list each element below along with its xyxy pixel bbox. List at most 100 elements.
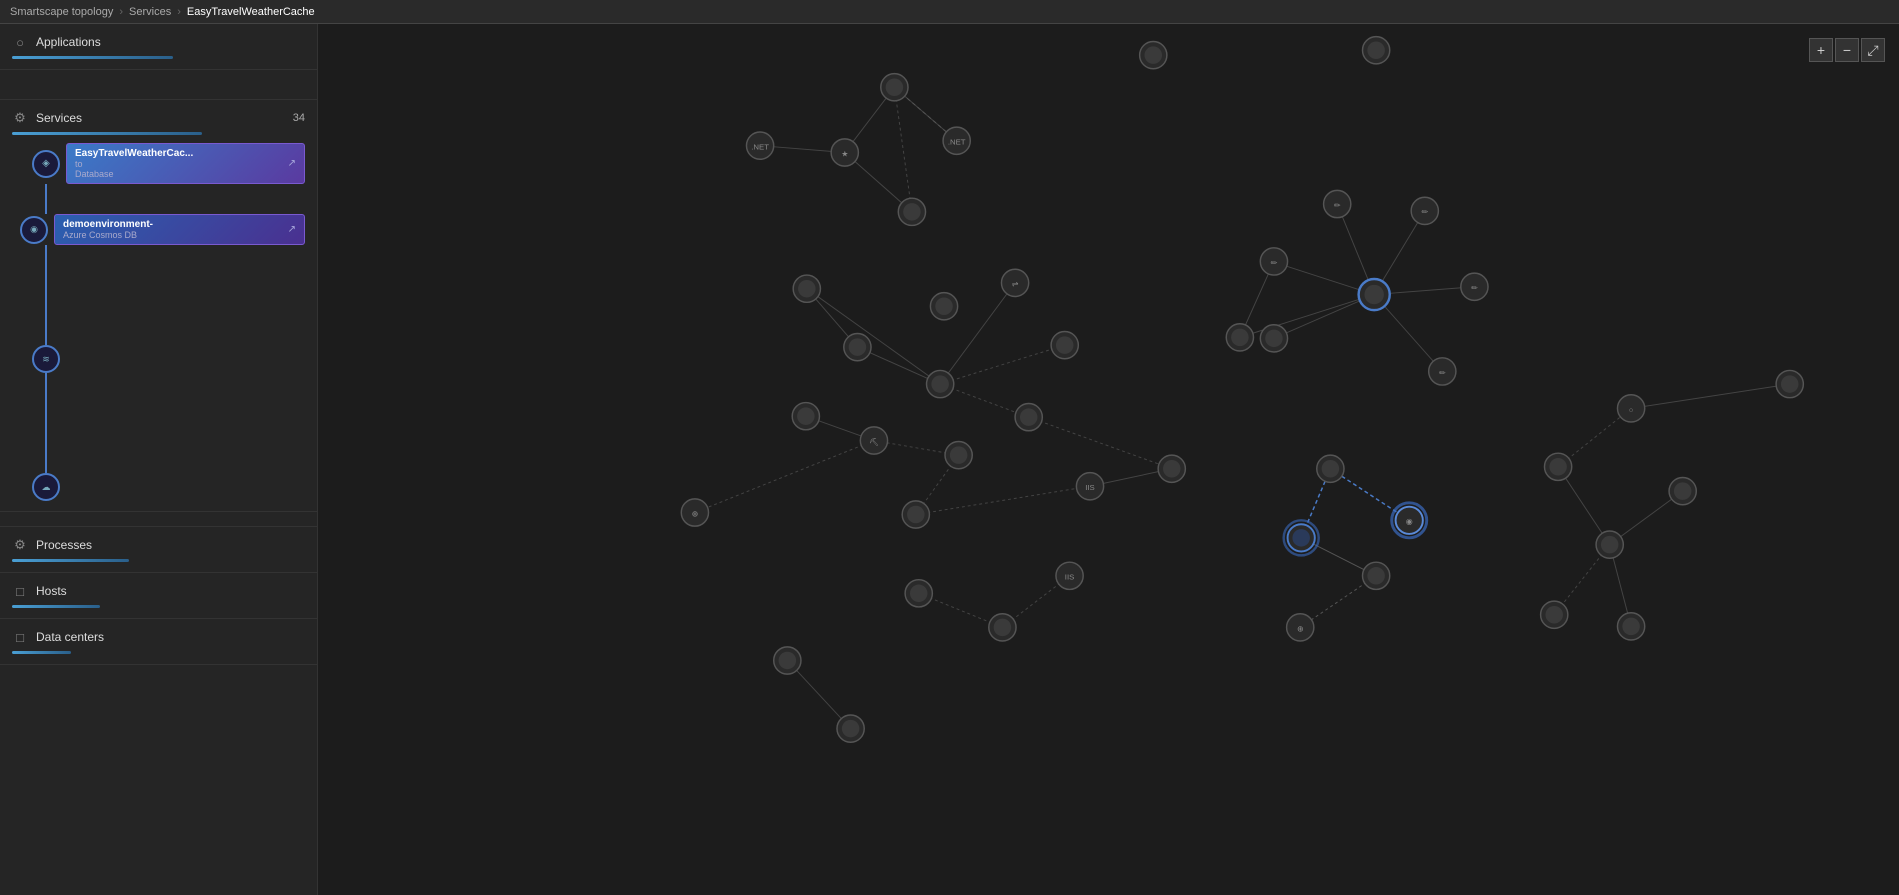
svg-text:✏: ✏ xyxy=(1422,208,1429,217)
services-header[interactable]: ⚙ Services 34 xyxy=(12,110,305,126)
node-n6[interactable] xyxy=(1140,42,1167,69)
node-n27[interactable]: ✏ xyxy=(1260,248,1287,275)
node-n40[interactable] xyxy=(1284,520,1319,555)
node-n9[interactable]: ⇌ xyxy=(1001,269,1028,296)
node-n19[interactable] xyxy=(793,275,820,302)
topology-canvas[interactable]: + − ⤢ xyxy=(318,24,1899,895)
svg-text:★: ★ xyxy=(841,149,848,158)
node-n12[interactable] xyxy=(1051,332,1078,359)
processes-header[interactable]: ⚙ Processes xyxy=(12,537,305,553)
services-title: Services xyxy=(36,111,285,125)
node-n16[interactable]: IIS xyxy=(1056,562,1083,589)
node-n26[interactable] xyxy=(837,715,864,742)
breadcrumb-services[interactable]: Services xyxy=(129,6,171,18)
external-link-icon-1[interactable]: ↗ xyxy=(288,158,296,169)
node-n21[interactable]: ⛏ xyxy=(860,427,887,454)
node-n25[interactable] xyxy=(792,403,819,430)
breadcrumb-sep-1: › xyxy=(119,6,123,18)
service-card-2[interactable]: demoenvironment- Azure Cosmos DB ↗ xyxy=(54,214,305,245)
node-n8[interactable] xyxy=(927,370,954,397)
service-node-1-icon: ◈ xyxy=(42,158,50,169)
svg-text:.NET: .NET xyxy=(751,143,769,152)
spacer-2 xyxy=(0,512,317,527)
breadcrumb-smartscape[interactable]: Smartscape topology xyxy=(10,6,113,18)
external-link-icon-2[interactable]: ↗ xyxy=(288,224,296,235)
node-n38[interactable] xyxy=(1317,455,1344,482)
service-node-3-icon: ≋ xyxy=(42,354,50,365)
connector-line-2 xyxy=(45,245,47,345)
node-n10[interactable] xyxy=(930,293,957,320)
node-n5[interactable] xyxy=(898,198,925,225)
node-n35[interactable]: ✏ xyxy=(1461,273,1488,300)
node-n46[interactable] xyxy=(1617,613,1644,640)
node-n29[interactable]: ✏ xyxy=(1324,190,1351,217)
svg-text:.NET: .NET xyxy=(948,138,966,147)
node-n24[interactable] xyxy=(989,614,1016,641)
zoom-controls: + − ⤢ xyxy=(1809,38,1885,62)
svg-text:⇌: ⇌ xyxy=(1012,280,1019,289)
node-n39[interactable]: ◉ xyxy=(1392,503,1427,538)
node-n36[interactable]: ✏ xyxy=(1429,358,1456,385)
node-n13[interactable] xyxy=(1015,404,1042,431)
breadcrumb-sep-2: › xyxy=(177,6,181,18)
svg-text:IIS: IIS xyxy=(1065,573,1075,582)
zoom-fit-button[interactable]: ⤢ xyxy=(1861,38,1885,62)
node-n7[interactable] xyxy=(1363,37,1390,64)
node-n14[interactable] xyxy=(902,501,929,528)
node-n41[interactable] xyxy=(1363,562,1390,589)
service-node-3-circle[interactable]: ≋ xyxy=(32,345,60,373)
svg-text:⊕: ⊕ xyxy=(692,509,699,518)
node-n2[interactable]: .NET xyxy=(943,127,970,154)
service-card-1-text: EasyTravelWeatherCac... to Database xyxy=(75,148,282,179)
sidebar-section-applications: ○ Applications xyxy=(0,24,317,70)
node-n37[interactable] xyxy=(1226,324,1253,351)
node-n43[interactable] xyxy=(1544,453,1571,480)
main-layout: ◀ ○ Applications ⚙ Services 34 xyxy=(0,24,1899,895)
node-n20[interactable]: ⊕ xyxy=(681,499,708,526)
node-n49[interactable] xyxy=(1776,370,1803,397)
datacenters-title: Data centers xyxy=(36,630,305,644)
zoom-in-button[interactable]: + xyxy=(1809,38,1833,62)
node-n17[interactable] xyxy=(1158,455,1185,482)
node-n4[interactable]: .NET xyxy=(746,132,773,159)
svg-text:⊕: ⊕ xyxy=(1297,624,1304,633)
svg-text:✏: ✏ xyxy=(1439,368,1446,377)
node-n3[interactable]: ★ xyxy=(831,139,858,166)
datacenters-icon: □ xyxy=(12,629,28,645)
service-node-2-circle[interactable]: ◉ xyxy=(20,216,48,244)
applications-bar xyxy=(12,56,173,59)
service-card-2-text: demoenvironment- Azure Cosmos DB xyxy=(63,219,282,240)
node-n44[interactable] xyxy=(1596,531,1623,558)
node-n28[interactable] xyxy=(1359,279,1390,310)
node-n1[interactable] xyxy=(881,74,908,101)
node-n42[interactable]: ⊕ xyxy=(1287,614,1314,641)
sidebar-section-services: ⚙ Services 34 ◈ EasyTravelWeatherCac... … xyxy=(0,100,317,512)
node-n47[interactable] xyxy=(1669,478,1696,505)
node-n22[interactable] xyxy=(774,647,801,674)
datacenters-header[interactable]: □ Data centers xyxy=(12,629,305,645)
svg-text:✏: ✏ xyxy=(1334,201,1341,210)
applications-header[interactable]: ○ Applications xyxy=(12,34,305,50)
service-node-3-row: ≋ xyxy=(32,345,305,373)
service-node-4-circle[interactable]: ☁ xyxy=(32,473,60,501)
node-n18[interactable] xyxy=(945,441,972,468)
connector-line-1 xyxy=(45,184,47,214)
node-n11[interactable] xyxy=(844,333,871,360)
service-card-1[interactable]: EasyTravelWeatherCac... to Database ↗ xyxy=(66,143,305,184)
datacenters-bar xyxy=(12,651,71,654)
breadcrumb-current: EasyTravelWeatherCache xyxy=(187,6,315,18)
node-n48[interactable]: ○ xyxy=(1617,395,1644,422)
service-node-4-icon: ☁ xyxy=(42,482,51,493)
node-n45[interactable] xyxy=(1541,601,1568,628)
node-n15[interactable]: IIS xyxy=(1076,473,1103,500)
sidebar-section-datacenters: □ Data centers xyxy=(0,619,317,665)
node-n30[interactable]: ✏ xyxy=(1411,197,1438,224)
services-count: 34 xyxy=(293,112,305,124)
service-node-1-circle[interactable]: ◈ xyxy=(32,150,60,178)
node-n32[interactable] xyxy=(1260,325,1287,352)
hosts-header[interactable]: □ Hosts xyxy=(12,583,305,599)
zoom-out-button[interactable]: − xyxy=(1835,38,1859,62)
applications-icon: ○ xyxy=(12,34,28,50)
node-n23[interactable] xyxy=(905,580,932,607)
hosts-bar xyxy=(12,605,100,608)
